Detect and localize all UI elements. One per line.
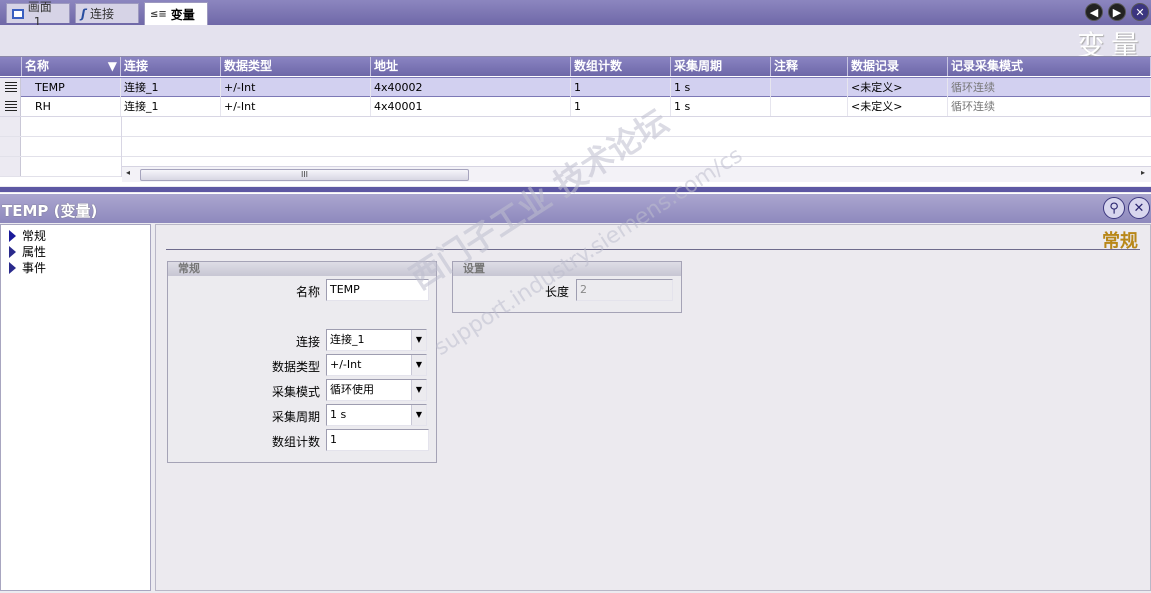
group-title: 常规 <box>168 262 436 276</box>
general-group: 常规 名称 TEMP 连接 连接_1 ▼ 数据类型 +/-Int ▼ 采集模式 循环… <box>167 261 437 463</box>
nav-label: 属性 <box>22 245 47 259</box>
acq-mode-label: 采集模式 <box>271 385 320 399</box>
cell-data-log[interactable]: <未定义> <box>848 97 948 116</box>
cell-cycle[interactable]: 1 s <box>671 97 771 116</box>
cell-datatype[interactable]: +/-Int <box>221 78 371 97</box>
properties-content: 常规 常规 名称 TEMP 连接 连接_1 ▼ 数据类型 +/-Int ▼ 采集模式… <box>155 224 1151 591</box>
name-label: 名称 <box>295 285 320 299</box>
cell-name[interactable]: RH <box>32 97 121 116</box>
cell-comment[interactable] <box>771 78 848 97</box>
acq-cycle-label: 采集周期 <box>271 410 320 424</box>
cell-connection[interactable]: 连接_1 <box>121 78 221 97</box>
datatype-label: 数据类型 <box>271 360 320 374</box>
connection-label: 连接 <box>295 335 320 349</box>
chevron-down-icon[interactable]: ▼ <box>411 405 426 425</box>
close-editor-button[interactable]: ✕ <box>1131 3 1149 21</box>
tag-icon: ≤≡ <box>150 8 167 20</box>
nav-item-properties[interactable]: 属性 <box>9 243 46 260</box>
empty-row[interactable] <box>0 137 1151 157</box>
header-data-log[interactable]: 数据记录 <box>848 57 948 76</box>
header-corner[interactable] <box>0 57 22 76</box>
table-row[interactable]: RH 连接_1 +/-Int 4x40001 1 1 s <未定义> 循环连续 <box>0 97 1151 117</box>
cell-name[interactable]: TEMP <box>32 78 121 97</box>
tab-screen-1[interactable]: 画面_1 <box>6 0 70 29</box>
properties-title: TEMP (变量) <box>2 202 98 220</box>
header-comment[interactable]: 注释 <box>771 57 848 76</box>
cell-data-log[interactable]: <未定义> <box>848 78 948 97</box>
settings-group: 设置 长度 2 <box>452 261 682 313</box>
datatype-select[interactable]: +/-Int ▼ <box>326 354 427 376</box>
header-address[interactable]: 地址 <box>371 57 571 76</box>
chevron-down-icon[interactable]: ▼ <box>411 355 426 375</box>
cell-log-mode[interactable]: 循环连续 <box>948 78 1151 97</box>
tab-tags[interactable]: ≤≡ 变量 <box>144 2 208 25</box>
header-name[interactable]: 名称 ▼ <box>22 57 121 76</box>
pin-icon[interactable]: ⚲ <box>1103 197 1125 219</box>
cell-datatype[interactable]: +/-Int <box>221 97 371 116</box>
arrow-right-icon <box>9 261 16 274</box>
properties-nav: 常规 属性 事件 <box>0 224 151 591</box>
header-connection[interactable]: 连接 <box>121 57 221 76</box>
cell-array-count[interactable]: 1 <box>571 78 671 97</box>
acq-mode-select[interactable]: 循环使用 ▼ <box>326 379 427 401</box>
cell-address[interactable]: 4x40001 <box>371 97 571 116</box>
scroll-right-button[interactable]: ▶ <box>1108 3 1126 21</box>
length-field: 2 <box>576 279 673 301</box>
cell-cycle[interactable]: 1 s <box>671 78 771 97</box>
cell-array-count[interactable]: 1 <box>571 97 671 116</box>
row-handle-icon <box>5 101 17 112</box>
nav-label: 常规 <box>22 229 47 243</box>
header-array-count[interactable]: 数组计数 <box>571 57 671 76</box>
scroll-right-arrow-icon[interactable]: ▸ <box>1141 168 1145 177</box>
arrow-right-icon <box>9 229 16 242</box>
length-label: 长度 <box>544 285 569 299</box>
arrow-right-icon <box>9 245 16 258</box>
array-count-field[interactable]: 1 <box>326 429 429 451</box>
scroll-left-button[interactable]: ◀ <box>1085 3 1103 21</box>
header-log-mode[interactable]: 记录采集模式 <box>948 57 1151 76</box>
scrollbar-thumb[interactable]: III <box>140 169 469 181</box>
nav-item-general[interactable]: 常规 <box>9 227 46 244</box>
scroll-left-arrow-icon[interactable]: ◂ <box>126 168 130 177</box>
screen-icon <box>12 8 24 19</box>
chevron-down-icon[interactable]: ▼ <box>411 330 426 350</box>
tab-label: 变量 <box>170 7 195 22</box>
pane-splitter[interactable] <box>0 187 1151 192</box>
nav-item-events[interactable]: 事件 <box>9 259 46 276</box>
header-cycle[interactable]: 采集周期 <box>671 57 771 76</box>
table-header: 名称 ▼ 连接 数据类型 地址 数组计数 采集周期 注释 数据记录 记录采集模式 <box>0 57 1151 76</box>
acq-cycle-select[interactable]: 1 s ▼ <box>326 404 427 426</box>
table-row[interactable]: TEMP 连接_1 +/-Int 4x40002 1 1 s <未定义> 循环连… <box>0 77 1151 97</box>
connection-select[interactable]: 连接_1 ▼ <box>326 329 427 351</box>
nav-label: 事件 <box>22 261 47 275</box>
chevron-down-icon[interactable]: ▼ <box>411 380 426 400</box>
cell-connection[interactable]: 连接_1 <box>121 97 221 116</box>
close-icon[interactable]: ✕ <box>1128 197 1150 219</box>
properties-header: TEMP (变量) ⚲ ✕ <box>0 193 1151 223</box>
cell-comment[interactable] <box>771 97 848 116</box>
connection-icon: ʃ <box>81 6 86 21</box>
empty-row[interactable] <box>0 117 1151 137</box>
cell-log-mode[interactable]: 循环连续 <box>948 97 1151 116</box>
array-count-label: 数组计数 <box>271 435 320 449</box>
header-datatype[interactable]: 数据类型 <box>221 57 371 76</box>
tab-label: 连接 <box>89 7 114 21</box>
row-handle-icon <box>5 82 17 93</box>
name-field[interactable]: TEMP <box>326 279 429 301</box>
editor-tab-bar: 画面_1 ʃ 连接 ≤≡ 变量 ◀ ▶ ✕ <box>0 0 1151 29</box>
section-divider <box>166 249 1140 250</box>
cell-address[interactable]: 4x40002 <box>371 78 571 97</box>
tab-connections[interactable]: ʃ 连接 <box>75 3 139 23</box>
group-title: 设置 <box>453 262 681 276</box>
